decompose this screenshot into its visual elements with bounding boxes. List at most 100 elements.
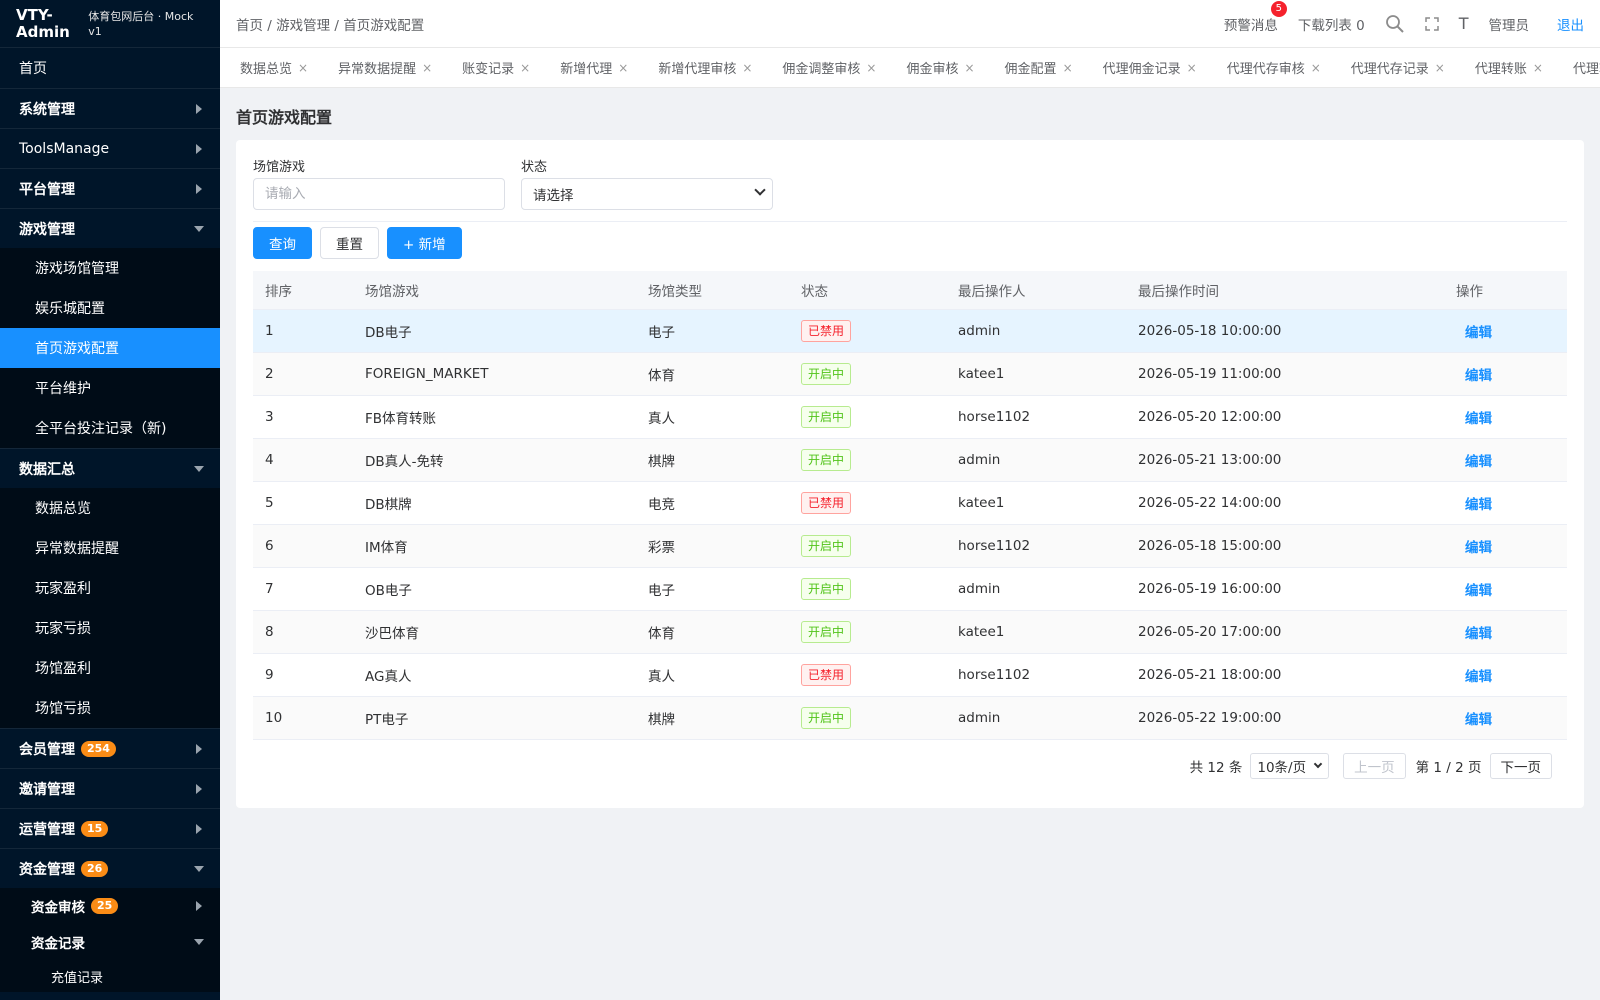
close-icon[interactable]: × [1187,61,1197,75]
page-size-select[interactable]: 10条/页 [1250,753,1330,779]
chevron-right-icon [196,783,202,794]
sidebar-item-label: ToolsManage [19,140,110,157]
status-badge: 开启中 [801,448,852,471]
column-header: 场馆类型 [636,271,789,310]
time-cell: 2026-05-20 17:00:00 [1126,610,1444,654]
tab-agent-transfer[interactable]: 代理转账 × [1455,58,1553,78]
status-badge: 已禁用 [801,319,852,342]
close-icon[interactable]: × [1533,61,1543,75]
sidebar-item-data-summary[interactable]: 数据汇总 [0,448,220,488]
tab-agent-deposit-review[interactable]: 代理代存审核 × [1207,58,1331,78]
sidebar-item-game-manage[interactable]: 游戏管理 [0,208,220,248]
tab-agent-deposit-records[interactable]: 代理代存记录 × [1331,58,1455,78]
next-page-button[interactable]: 下一页 [1489,753,1552,779]
download-list[interactable]: 下载列表 0 [1298,14,1365,34]
count-badge: 254 [81,740,116,757]
close-icon[interactable]: × [520,61,530,75]
close-icon[interactable]: × [298,61,308,75]
sidebar-item-platform-maintenance[interactable]: 平台维护 [0,368,220,408]
tab-commission-adjust-review[interactable]: 佣金调整审核 × [762,58,886,78]
sidebar-item-funds[interactable]: 资金管理 26 [0,848,220,888]
status-select[interactable]: 请选择 [521,178,773,210]
close-icon[interactable]: × [742,61,752,75]
sidebar-item-player-loss[interactable]: 玩家亏损 [0,608,220,648]
column-header: 状态 [789,271,946,310]
user-name[interactable]: 管理员 [1489,14,1530,34]
tab-account-changes[interactable]: 账变记录 × [442,58,540,78]
sidebar-item-label: 系统管理 [19,101,75,118]
time-cell: 2026-05-20 12:00:00 [1126,395,1444,439]
tab-data-overview[interactable]: 数据总览 × [220,58,318,78]
search-icon[interactable] [1385,14,1405,34]
sidebar-item-venue-loss[interactable]: 场馆亏损 [0,688,220,728]
type-cell: 真人 [636,395,789,439]
close-icon[interactable]: × [618,61,628,75]
sort-cell: 3 [253,395,353,439]
sidebar-item-funds-records[interactable]: 资金记录 [0,924,220,960]
type-cell: 体育 [636,352,789,396]
game-cell: DB棋牌 [353,481,636,525]
tab-abnormal-data[interactable]: 异常数据提醒 × [318,58,442,78]
sidebar-item-member[interactable]: 会员管理 254 [0,728,220,768]
edit-link[interactable]: 编辑 [1465,583,1492,599]
fullscreen-icon[interactable] [1424,16,1439,31]
query-button[interactable]: 查询 [253,227,312,259]
prev-page-button[interactable]: 上一页 [1343,753,1406,779]
sidebar-item-system[interactable]: 系统管理 [0,88,220,128]
sidebar-item-venue-profit[interactable]: 场馆盈利 [0,648,220,688]
close-icon[interactable]: × [866,61,876,75]
edit-link[interactable]: 编辑 [1465,454,1492,470]
edit-link[interactable]: 编辑 [1465,540,1492,556]
sidebar-item-home[interactable]: 首页 [0,48,220,88]
edit-link[interactable]: 编辑 [1465,669,1492,685]
time-cell: 2026-05-21 13:00:00 [1126,438,1444,482]
sidebar-item-data-overview[interactable]: 数据总览 [0,488,220,528]
sidebar-item-deposit-records[interactable]: 充值记录 [0,960,220,992]
tab-new-agent[interactable]: 新增代理 × [540,58,638,78]
close-icon[interactable]: × [964,61,974,75]
action-buttons: 查询 重置 + 新增 [253,227,470,259]
table-row: 3 FB体育转账 真人 开启中 horse1102 2026-05-20 12:00:00… [253,395,1567,439]
edit-link[interactable]: 编辑 [1465,712,1492,728]
time-cell: 2026-05-22 14:00:00 [1126,481,1444,525]
tab-agent-commission-records[interactable]: 代理佣金记录 × [1083,58,1207,78]
sidebar-item-abnormal-data[interactable]: 异常数据提醒 [0,528,220,568]
warning-messages[interactable]: 预警消息 5 [1224,0,1287,34]
close-icon[interactable]: × [422,61,432,75]
sidebar-item-label: 资金审核 [31,900,85,916]
edit-link[interactable]: 编辑 [1465,626,1492,642]
sidebar-item-label: 平台维护 [35,381,91,397]
sidebar-item-label: 游戏场馆管理 [35,261,119,277]
sidebar-item-platform[interactable]: 平台管理 [0,168,220,208]
edit-link[interactable]: 编辑 [1465,411,1492,427]
sidebar-item-venue-manage[interactable]: 游戏场馆管理 [0,248,220,288]
status-cell: 开启中 [789,696,946,740]
tab-commission-config[interactable]: 佣金配置 × [985,58,1083,78]
game-search-input[interactable] [253,178,505,210]
font-size-icon[interactable]: T [1459,14,1469,33]
close-icon[interactable]: × [1063,61,1073,75]
edit-link[interactable]: 编辑 [1465,325,1492,341]
game-cell: DB真人-免转 [353,438,636,482]
edit-link[interactable]: 编辑 [1465,497,1492,513]
tab-new-agent-review[interactable]: 新增代理审核 × [638,58,762,78]
sidebar-item-casino-config[interactable]: 娱乐城配置 [0,288,220,328]
tab-commission-review[interactable]: 佣金审核 × [886,58,984,78]
sidebar-item-invite[interactable]: 邀请管理 [0,768,220,808]
edit-link[interactable]: 编辑 [1465,368,1492,384]
table-row: 8 沙巴体育 体育 开启中 katee1 2026-05-20 17:00:00 编辑 [253,610,1567,654]
close-icon[interactable]: × [1311,61,1321,75]
reset-button[interactable]: 重置 [320,227,379,259]
sidebar-item-tools[interactable]: ToolsManage [0,128,220,168]
logout-link[interactable]: 退出 [1557,14,1584,34]
close-icon[interactable]: × [1435,61,1445,75]
sidebar-item-player-profit[interactable]: 玩家盈利 [0,568,220,608]
tab-agent-transfer-review[interactable]: 代理转账审核× [1553,58,1600,77]
sidebar-item-funds-review[interactable]: 资金审核 25 [0,888,220,924]
tab-label: 代理佣金记录 [1102,62,1181,77]
sidebar-item-operations[interactable]: 运营管理 15 [0,808,220,848]
sidebar-item-all-bet-records[interactable]: 全平台投注记录（新) [0,408,220,448]
time-cell: 2026-05-18 15:00:00 [1126,524,1444,568]
add-button[interactable]: + 新增 [387,227,462,259]
sidebar-item-home-game-config[interactable]: 首页游戏配置 [0,328,220,368]
